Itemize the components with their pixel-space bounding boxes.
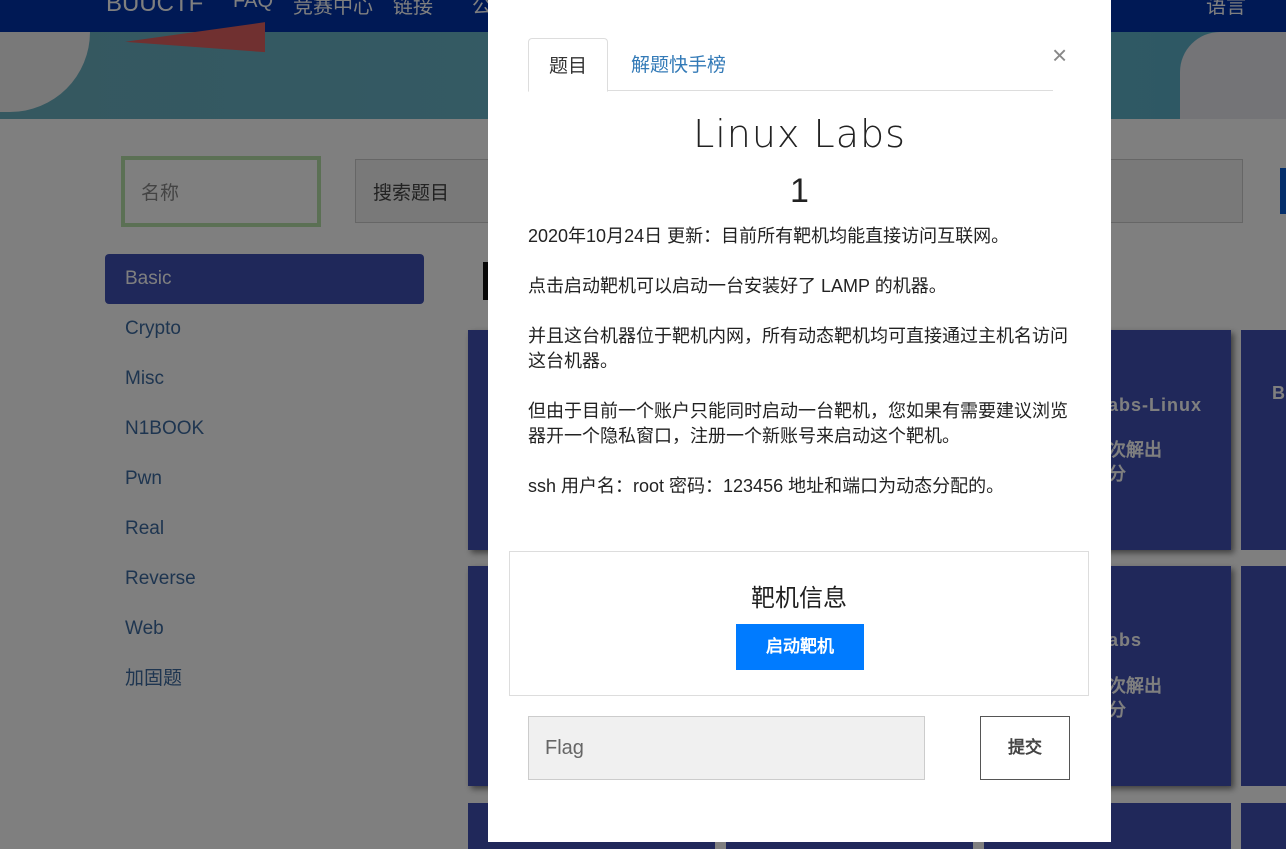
close-icon[interactable]: × <box>1052 40 1067 71</box>
challenge-title: Linux Labs <box>693 112 906 156</box>
description-paragraph: 点击启动靶机可以启动一台安装好了 LAMP 的机器。 <box>528 276 947 296</box>
description-paragraph: 2020年10月24日 更新：目前所有靶机均能直接访问互联网。 <box>528 226 1010 246</box>
challenge-description: 2020年10月24日 更新：目前所有靶机均能直接访问互联网。 点击启动靶机可以… <box>528 224 1078 524</box>
instance-panel: 靶机信息 启动靶机 <box>509 551 1089 696</box>
tab-fastest-solvers[interactable]: 解题快手榜 <box>611 38 746 91</box>
description-paragraph: 并且这台机器位于靶机内网，所有动态靶机均可直接通过主机名访问这台机器。 <box>528 326 1068 371</box>
description-paragraph: 但由于目前一个账户只能同时启动一台靶机，您如果有需要建议浏览器开一个隐私窗口，注… <box>528 401 1068 446</box>
instance-heading: 靶机信息 <box>751 585 847 612</box>
challenge-value: 1 <box>790 172 809 210</box>
challenge-modal: 题目 解题快手榜 × Linux Labs 1 2020年10月24日 更新：目… <box>488 0 1111 842</box>
flag-input[interactable]: Flag <box>528 716 925 780</box>
tab-challenge[interactable]: 题目 <box>528 38 609 92</box>
submit-button[interactable]: 提交 <box>980 716 1070 780</box>
start-instance-button[interactable]: 启动靶机 <box>736 624 864 670</box>
modal-tabs: 题目 解题快手榜 <box>528 38 1053 92</box>
description-paragraph: ssh 用户名：root 密码：123456 地址和端口为动态分配的。 <box>528 476 1005 496</box>
